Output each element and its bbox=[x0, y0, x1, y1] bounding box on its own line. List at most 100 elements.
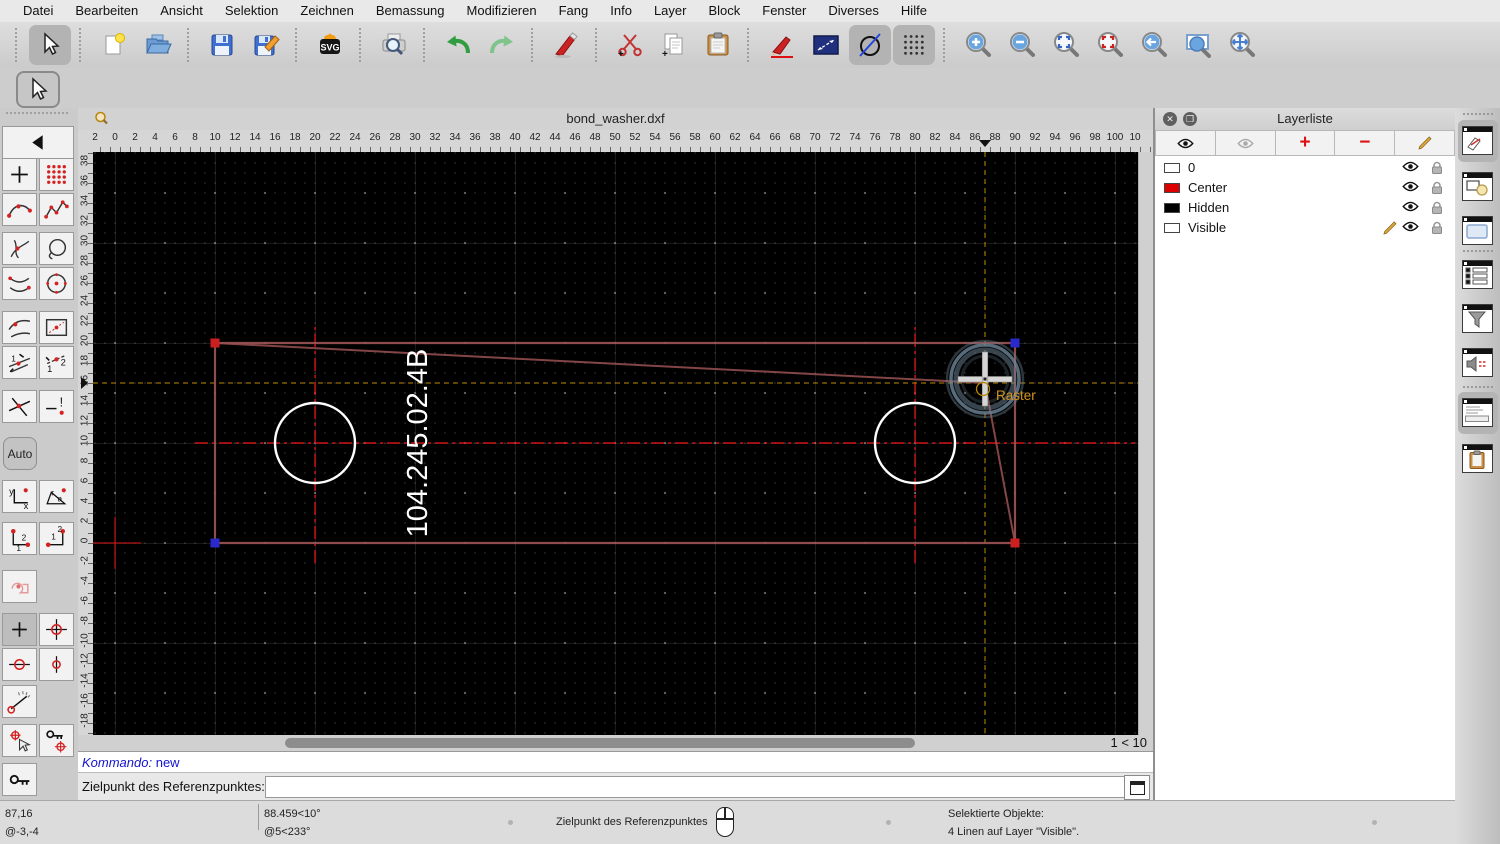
command-window-button[interactable] bbox=[1124, 775, 1150, 800]
menu-item-selektion[interactable]: Selektion bbox=[214, 0, 289, 22]
menu-item-fang[interactable]: Fang bbox=[548, 0, 600, 22]
property-editor-dock-button[interactable] bbox=[1462, 260, 1493, 289]
menu-item-modifizieren[interactable]: Modifizieren bbox=[456, 0, 548, 22]
undo-button[interactable] bbox=[437, 25, 479, 65]
coord-cartesian-button[interactable]: yx bbox=[2, 480, 37, 513]
snap-sequence-12-button[interactable]: 12 bbox=[39, 346, 74, 379]
layer-lock-icon[interactable] bbox=[1431, 221, 1443, 235]
crosshair-full-button[interactable] bbox=[39, 613, 74, 646]
new-file-button[interactable] bbox=[93, 25, 135, 65]
menu-item-block[interactable]: Block bbox=[697, 0, 751, 22]
horizontal-scrollbar[interactable]: 1 < 10 bbox=[78, 735, 1153, 751]
copy-button[interactable]: + bbox=[653, 25, 695, 65]
hide-all-eye-button[interactable] bbox=[1215, 130, 1276, 156]
command-line-dock-button[interactable] bbox=[1462, 398, 1493, 427]
paste-button[interactable] bbox=[697, 25, 739, 65]
delete-red-pencil-button[interactable] bbox=[545, 25, 587, 65]
corner-12b-button[interactable]: 12 bbox=[39, 522, 74, 555]
selection-filter-dock-button[interactable] bbox=[1462, 304, 1493, 333]
polyline-points-button[interactable] bbox=[39, 193, 74, 226]
cursor-button[interactable] bbox=[29, 25, 71, 65]
plus-small-button[interactable] bbox=[2, 613, 37, 646]
menu-item-ansicht[interactable]: Ansicht bbox=[149, 0, 214, 22]
zoom-selection-button[interactable] bbox=[1089, 25, 1131, 65]
layer-visibility-eye-icon[interactable] bbox=[1402, 221, 1419, 232]
add-layer-button[interactable]: + bbox=[1275, 130, 1336, 156]
zoom-in-button[interactable] bbox=[957, 25, 999, 65]
crosshair-h-button[interactable] bbox=[2, 648, 37, 681]
double-arc-button[interactable] bbox=[2, 267, 37, 300]
rect-diagonal-button[interactable] bbox=[39, 311, 74, 344]
menu-item-hilfe[interactable]: Hilfe bbox=[890, 0, 938, 22]
command-input[interactable] bbox=[265, 776, 1125, 798]
key-button[interactable] bbox=[2, 763, 37, 796]
node-edit-button[interactable] bbox=[2, 232, 37, 265]
layer-list-dock-button[interactable] bbox=[1462, 126, 1493, 155]
pan-button[interactable] bbox=[1221, 25, 1263, 65]
menu-item-datei[interactable]: Datei bbox=[12, 0, 64, 22]
clipboard-panel-dock-button[interactable] bbox=[1462, 444, 1493, 473]
vertical-scrollbar[interactable] bbox=[1138, 152, 1154, 735]
menu-item-zeichnen[interactable]: Zeichnen bbox=[289, 0, 364, 22]
save-button[interactable] bbox=[201, 25, 243, 65]
zoom-window-button[interactable] bbox=[1177, 25, 1219, 65]
menu-item-diverses[interactable]: Diverses bbox=[817, 0, 890, 22]
snap-sequence-1-button[interactable]: 1 bbox=[2, 346, 37, 379]
remove-layer-button[interactable]: − bbox=[1335, 130, 1396, 156]
layer-lock-icon[interactable] bbox=[1431, 181, 1443, 195]
save-as-button[interactable] bbox=[245, 25, 287, 65]
back-button[interactable] bbox=[2, 126, 74, 159]
layer-lock-icon[interactable] bbox=[1431, 161, 1443, 175]
grid-toggle-button[interactable] bbox=[893, 25, 935, 65]
show-all-eye-button[interactable] bbox=[1155, 130, 1216, 156]
gauge-button[interactable] bbox=[2, 685, 37, 718]
block-list-dock-button[interactable] bbox=[1462, 172, 1493, 201]
auto-button[interactable]: Auto bbox=[3, 437, 37, 470]
zoom-auto-button[interactable] bbox=[1045, 25, 1087, 65]
print-preview-button[interactable] bbox=[373, 25, 415, 65]
library-browser-dock-button[interactable] bbox=[1462, 216, 1493, 245]
draw-pencil-button[interactable] bbox=[761, 25, 803, 65]
construction-toggle-button[interactable] bbox=[849, 25, 891, 65]
menu-item-fenster[interactable]: Fenster bbox=[751, 0, 817, 22]
cut-button[interactable]: + bbox=[609, 25, 651, 65]
laser-pointer-dock-button[interactable] bbox=[1462, 348, 1493, 377]
snap-cursor-button[interactable] bbox=[2, 724, 37, 757]
key-snap-button[interactable] bbox=[39, 724, 74, 757]
menu-item-layer[interactable]: Layer bbox=[643, 0, 698, 22]
coord-polar-button[interactable]: ra bbox=[39, 480, 74, 513]
crosshair-small-button[interactable] bbox=[39, 648, 74, 681]
snap-intersection-button[interactable] bbox=[2, 390, 37, 423]
dimension-button[interactable] bbox=[805, 25, 847, 65]
snap-single-button[interactable]: ! bbox=[39, 390, 74, 423]
ghost-shape-button[interactable] bbox=[2, 570, 37, 603]
menu-item-bemassung[interactable]: Bemassung bbox=[365, 0, 456, 22]
menu-item-info[interactable]: Info bbox=[599, 0, 643, 22]
circle-center-button[interactable] bbox=[39, 267, 74, 300]
svg-export-button[interactable]: SVG bbox=[309, 25, 351, 65]
edit-layer-button[interactable] bbox=[1395, 130, 1455, 156]
open-folder-button[interactable] bbox=[137, 25, 179, 65]
redo-button[interactable] bbox=[481, 25, 523, 65]
zoom-out-button[interactable] bbox=[1001, 25, 1043, 65]
layer-row-hidden[interactable]: Hidden bbox=[1155, 198, 1455, 218]
selection-tool-button[interactable] bbox=[16, 71, 60, 108]
point-plus-button[interactable] bbox=[2, 158, 37, 191]
layer-row-center[interactable]: Center bbox=[1155, 178, 1455, 198]
spline-points-button[interactable] bbox=[2, 193, 37, 226]
layer-visibility-eye-icon[interactable] bbox=[1402, 181, 1419, 192]
point-matrix-button[interactable] bbox=[39, 158, 74, 191]
scrollbar-thumb[interactable] bbox=[285, 738, 915, 748]
layer-row-0[interactable]: 0 bbox=[1155, 158, 1455, 178]
drawing-canvas[interactable]: 104.245.02.4B Raster bbox=[93, 152, 1138, 735]
select-lasso-button[interactable] bbox=[39, 232, 74, 265]
layer-row-visible[interactable]: Visible bbox=[1155, 218, 1455, 238]
zoom-previous-button[interactable] bbox=[1133, 25, 1175, 65]
menu-item-bearbeiten[interactable]: Bearbeiten bbox=[64, 0, 149, 22]
layer-visibility-eye-icon[interactable] bbox=[1402, 201, 1419, 212]
palette-drag-handle[interactable] bbox=[6, 112, 68, 114]
corner-12a-button[interactable]: 12 bbox=[2, 522, 37, 555]
arc-point-button[interactable] bbox=[2, 311, 37, 344]
layer-visibility-eye-icon[interactable] bbox=[1402, 161, 1419, 172]
layer-lock-icon[interactable] bbox=[1431, 201, 1443, 215]
